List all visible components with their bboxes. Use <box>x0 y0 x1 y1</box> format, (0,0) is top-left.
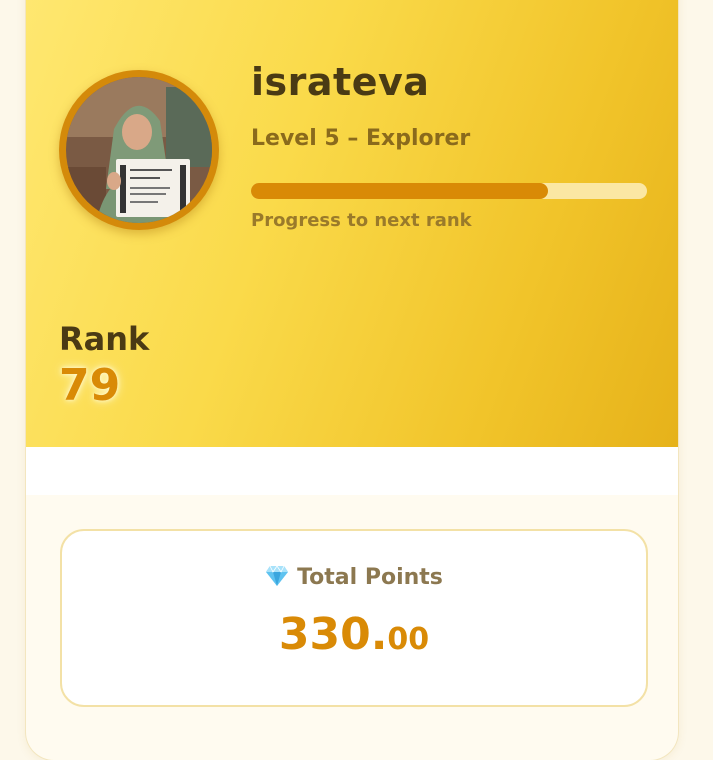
total-points-card: Total Points 330.00 <box>60 529 648 707</box>
rank-value: 79 <box>59 360 121 411</box>
hero-divider <box>26 447 678 495</box>
total-points-value: 330.00 <box>62 609 646 660</box>
total-points-title: Total Points <box>62 565 646 590</box>
points-integer: 330. <box>278 609 388 660</box>
gem-icon <box>265 565 289 587</box>
username: israteva <box>251 60 430 104</box>
avatar-photo <box>66 77 212 223</box>
progress-label: Progress to next rank <box>251 210 472 231</box>
total-points-label: Total Points <box>297 565 443 590</box>
rank-progress-bar <box>251 183 647 199</box>
profile-card: israteva Level 5 – Explorer Progress to … <box>26 0 678 760</box>
profile-hero: israteva Level 5 – Explorer Progress to … <box>26 0 678 447</box>
rank-progress-fill <box>251 183 548 199</box>
avatar[interactable] <box>59 70 219 230</box>
rank-label: Rank <box>59 320 150 358</box>
points-decimal: 00 <box>387 622 430 657</box>
level-text: Level 5 – Explorer <box>251 126 471 151</box>
